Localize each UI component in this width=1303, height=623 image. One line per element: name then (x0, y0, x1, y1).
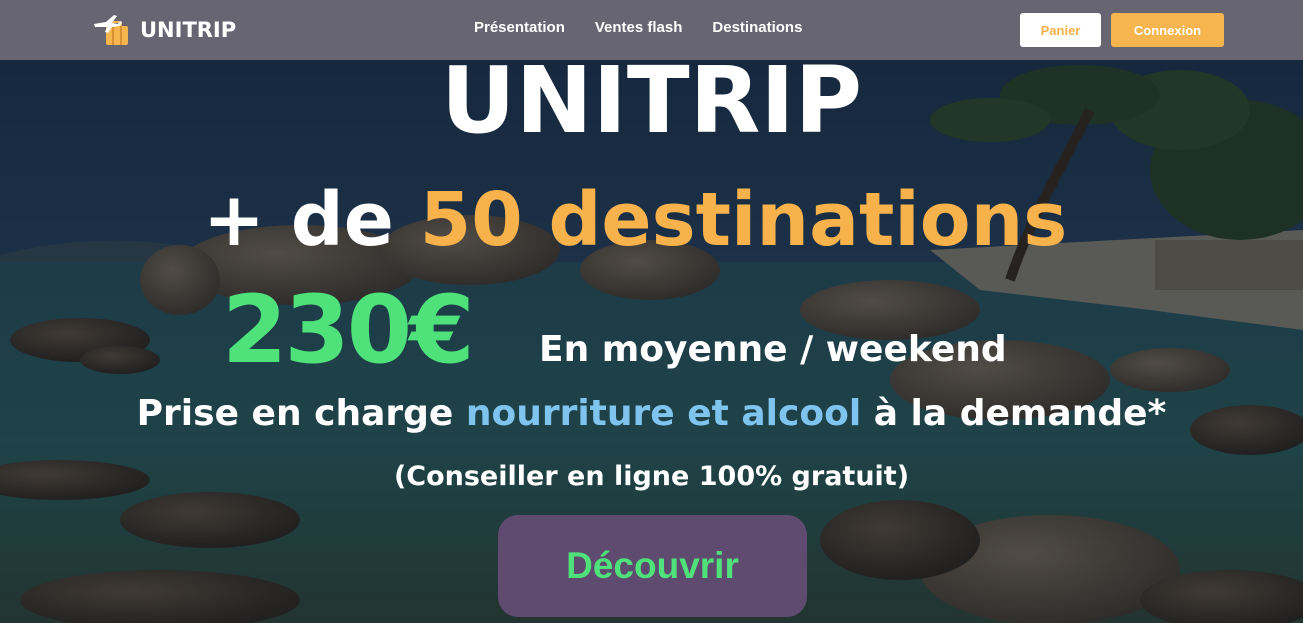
login-button[interactable]: Connexion (1111, 13, 1224, 47)
hero-price: 230€ (222, 276, 475, 385)
cart-button[interactable]: Panier (1020, 13, 1101, 47)
main-navigation: Présentation Ventes flash Destinations (474, 19, 802, 36)
destinations-highlight: 50 destinations (419, 177, 1068, 263)
top-navbar: UNITRIP Présentation Ventes flash Destin… (0, 0, 1303, 60)
brand-name: UNITRIP (140, 18, 237, 42)
landing-page: UNITRIP Présentation Ventes flash Destin… (0, 0, 1303, 623)
service-suffix: à la demande* (861, 393, 1167, 434)
hero-service-line: Prise en charge nourriture et alcool à l… (0, 390, 1303, 438)
plane-suitcase-icon (92, 14, 130, 46)
hero-destinations-line: + de 50 destinations (203, 175, 1067, 265)
brand-logo[interactable]: UNITRIP (92, 14, 236, 46)
service-highlight: nourriture et alcool (465, 393, 862, 434)
nav-link-presentation[interactable]: Présentation (474, 19, 565, 36)
service-prefix: Prise en charge (136, 393, 466, 434)
nav-link-destinations[interactable]: Destinations (712, 19, 802, 36)
discover-button[interactable]: Découvrir (498, 515, 807, 617)
hero-title: UNITRIP (440, 47, 863, 154)
destinations-prefix: + de (203, 177, 420, 263)
hero-price-caption: En moyenne / weekend (539, 329, 1007, 370)
hero-advisor-note: (Conseiller en ligne 100% gratuit) (393, 461, 910, 492)
nav-link-flash-sales[interactable]: Ventes flash (595, 19, 683, 36)
